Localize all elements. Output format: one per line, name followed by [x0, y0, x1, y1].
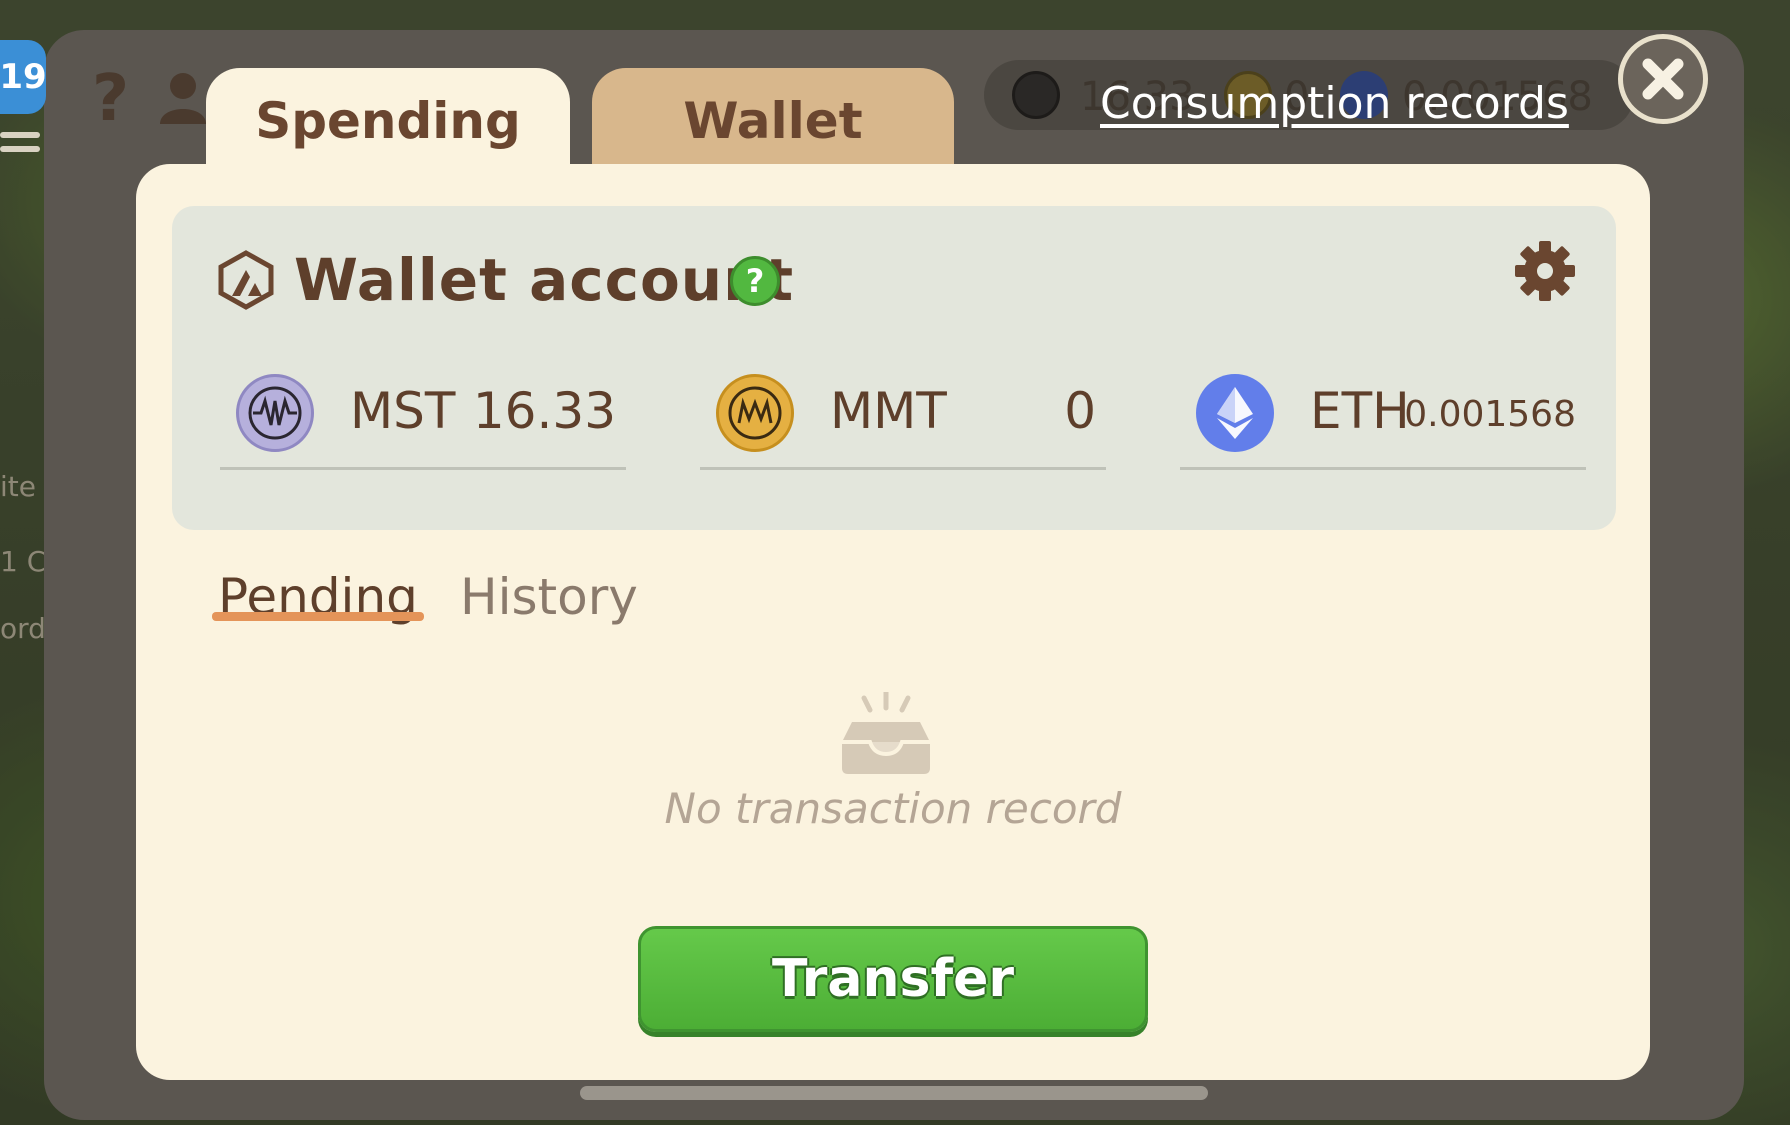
transfer-button[interactable]: Transfer: [638, 926, 1148, 1032]
scrollbar[interactable]: [580, 1086, 1208, 1100]
close-icon: [1642, 58, 1684, 100]
token-amount: 0: [1064, 382, 1096, 440]
token-symbol: ETH: [1310, 382, 1410, 440]
menu-icon: [0, 132, 40, 172]
arbitrum-logo-icon: [218, 250, 274, 310]
token-amount: 16.33: [472, 382, 616, 440]
close-button[interactable]: [1618, 34, 1708, 124]
main-card: Wallet account ? MST 16.33 MMT 0 ETH 0.0…: [136, 164, 1650, 1080]
mst-coin-icon: [1012, 71, 1060, 119]
empty-inbox-icon: [842, 692, 930, 774]
level-badge: 19: [0, 40, 47, 114]
token-symbol: MMT: [830, 382, 947, 440]
tab-history[interactable]: History: [460, 568, 638, 626]
tab-spending[interactable]: Spending: [206, 68, 570, 174]
consumption-records-link[interactable]: Consumption records: [1100, 78, 1569, 129]
help-icon: ?: [92, 62, 130, 136]
token-mmt: MMT 0: [700, 374, 1106, 470]
token-symbol: MST: [350, 382, 456, 440]
eth-icon: [1196, 374, 1274, 452]
token-amount: 0.001568: [1404, 394, 1576, 435]
tab-wallet[interactable]: Wallet: [592, 68, 954, 174]
wallet-help-button[interactable]: ?: [730, 256, 780, 306]
gear-icon[interactable]: [1514, 240, 1576, 302]
mmt-coin-icon: [716, 374, 794, 452]
user-icon: [158, 70, 208, 124]
empty-state-text: No transaction record: [664, 784, 1122, 833]
mst-coin-icon: [236, 374, 314, 452]
token-mst: MST 16.33: [220, 374, 626, 470]
wallet-account-title: Wallet account: [294, 246, 795, 314]
token-eth: ETH 0.001568: [1180, 374, 1586, 470]
wallet-account-box: Wallet account ? MST 16.33 MMT 0 ETH 0.0…: [172, 206, 1616, 530]
active-tab-indicator: [212, 612, 424, 621]
